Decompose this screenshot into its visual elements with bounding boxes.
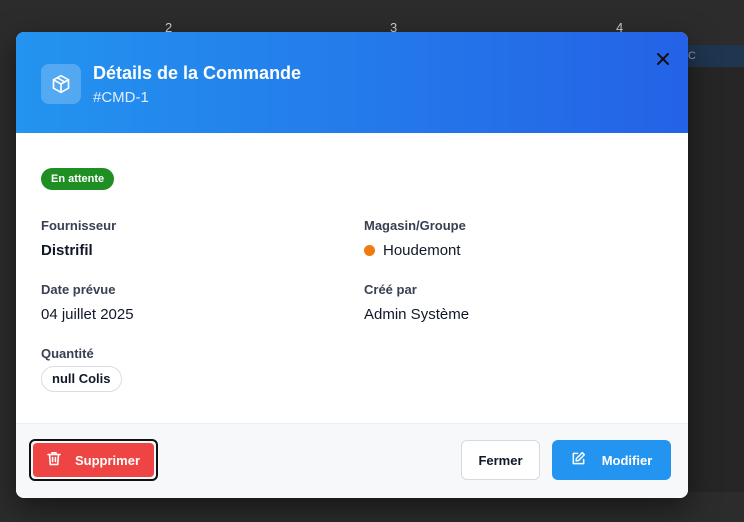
store-label: Magasin/Groupe xyxy=(364,218,466,233)
store-value: Houdemont xyxy=(383,242,461,259)
quantity-chip: null Colis xyxy=(41,366,122,392)
modal-title: Détails de la Commande xyxy=(93,63,302,83)
edit-button[interactable]: Modifier xyxy=(552,440,671,480)
close-icon[interactable] xyxy=(652,48,674,70)
quantity-label: Quantité xyxy=(41,346,94,361)
background-event-bar: C xyxy=(686,45,744,67)
modal-footer: Supprimer Fermer Modifier xyxy=(16,423,688,498)
date-label: Date prévue xyxy=(41,282,116,297)
modal-header: Détails de la Commande #CMD-1 xyxy=(16,32,688,133)
order-details-modal: Détails de la Commande #CMD-1 En attente… xyxy=(16,32,688,498)
date-value: 04 juillet 2025 xyxy=(41,306,134,323)
delete-button[interactable]: Supprimer xyxy=(33,443,154,477)
order-id: #CMD-1 xyxy=(93,89,149,106)
background-event-label: C xyxy=(688,50,696,62)
supplier-value: Distrifil xyxy=(41,242,93,259)
background-panel xyxy=(688,67,744,492)
created-by-label: Créé par xyxy=(364,282,417,297)
delete-button-focus-ring: Supprimer xyxy=(29,439,158,481)
store-color-dot xyxy=(364,245,375,256)
supplier-label: Fournisseur xyxy=(41,218,117,233)
package-icon xyxy=(41,64,81,104)
edit-icon xyxy=(571,451,586,469)
modal-body: En attente Fournisseur Distrifil Magasin… xyxy=(16,133,688,423)
status-badge: En attente xyxy=(41,168,115,190)
close-button[interactable]: Fermer xyxy=(461,440,540,480)
store-value-wrap: Houdemont xyxy=(364,242,461,259)
edit-button-label: Modifier xyxy=(601,452,653,468)
created-by-value: Admin Système xyxy=(364,306,470,323)
delete-button-label: Supprimer xyxy=(74,452,140,468)
close-button-label: Fermer xyxy=(478,452,523,468)
trash-icon xyxy=(47,451,61,469)
